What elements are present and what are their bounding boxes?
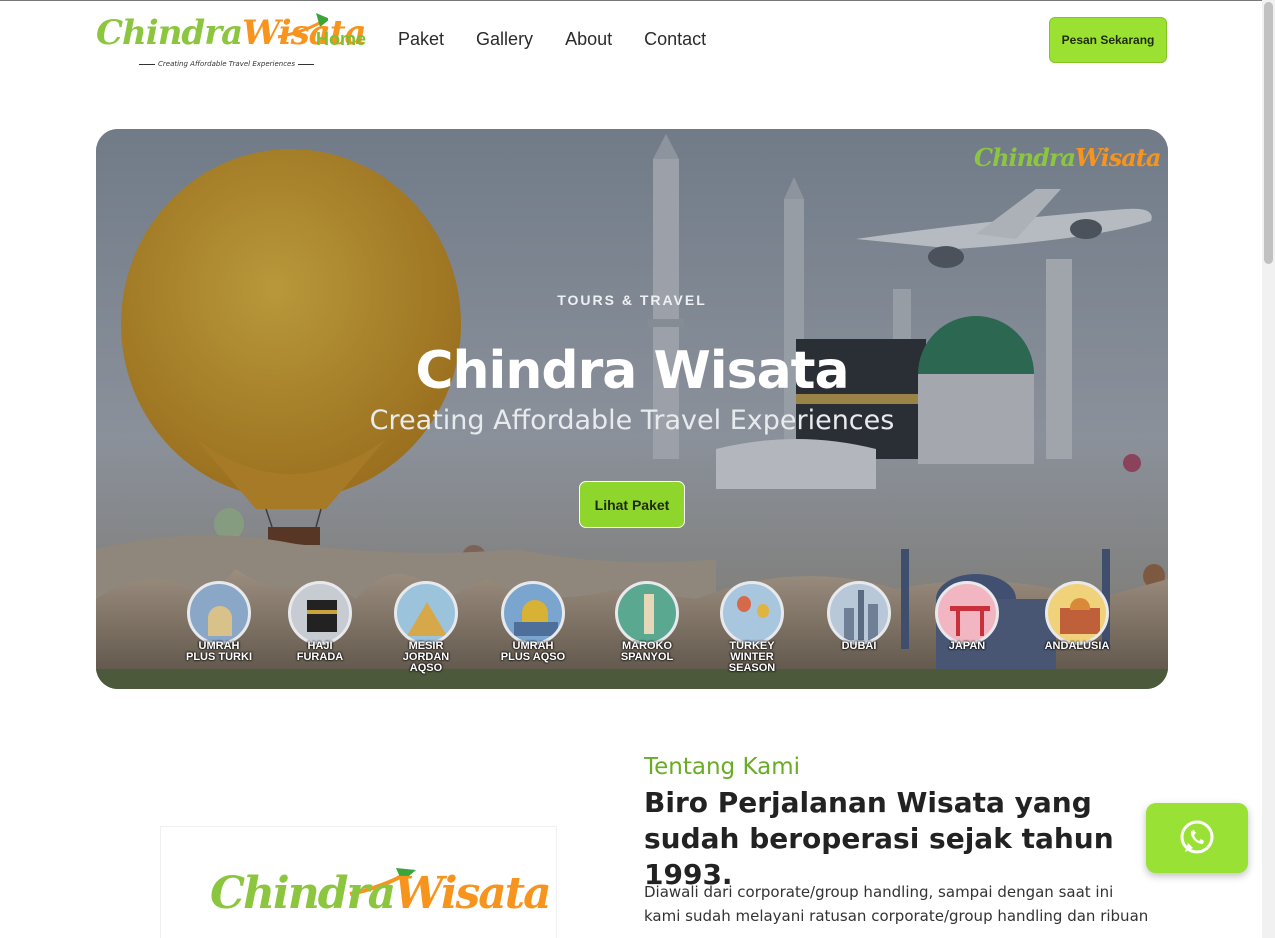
destination-label: TURKEY WINTER SEASON [728, 640, 776, 674]
hero-subtitle: Creating Affordable Travel Experiences [369, 405, 895, 436]
destination-label: DUBAI [841, 640, 877, 652]
order-now-button[interactable]: Pesan Sekarang [1049, 17, 1167, 63]
destination-japan[interactable]: JAPAN [930, 581, 1004, 652]
destination-maroko-spanyol[interactable]: MAROKO SPANYOL [610, 581, 684, 663]
nav-paket[interactable]: Paket [398, 29, 444, 50]
destination-icon [394, 581, 458, 645]
destination-mesir-jordan-aqso[interactable]: MESIR JORDAN AQSO [389, 581, 463, 674]
about-title: Biro Perjalanan Wisata yang sudah berope… [644, 786, 1114, 891]
about-kicker: Tentang Kami [644, 754, 801, 780]
destination-icon [501, 581, 565, 645]
page-scrollbar[interactable] [1262, 0, 1275, 938]
about-logo: ChindraWisata [210, 868, 552, 919]
destination-label: MESIR JORDAN AQSO [402, 640, 450, 674]
brand-logo[interactable]: ChindraWisata Creating Affordable Travel… [96, 9, 367, 73]
scrollbar-thumb[interactable] [1264, 2, 1273, 264]
nav-gallery[interactable]: Gallery [476, 29, 533, 50]
destination-label: UMRAH PLUS TURKI [186, 640, 252, 663]
destination-icon [935, 581, 999, 645]
hero-title: Chindra Wisata [415, 341, 849, 401]
destination-label: UMRAH PLUS AQSO [500, 640, 566, 663]
destination-icon [1045, 581, 1109, 645]
main-nav: Home Paket Gallery About Contact [316, 29, 738, 50]
hero-kicker: TOURS & TRAVEL [557, 292, 707, 308]
destination-icon [615, 581, 679, 645]
destination-label: MAROKO SPANYOL [620, 640, 674, 663]
whatsapp-button[interactable] [1146, 803, 1248, 873]
nav-home[interactable]: Home [316, 29, 366, 50]
destination-icon [187, 581, 251, 645]
navbar: ChindraWisata Creating Affordable Travel… [0, 1, 1262, 79]
destination-haji-furada[interactable]: HAJI FURADA [283, 581, 357, 663]
hero-watermark-logo: ChindraWisata [974, 143, 1161, 172]
destination-icon [827, 581, 891, 645]
about-body: Diawali dari corporate/group handling, s… [644, 883, 1149, 925]
logo-tagline: Creating Affordable Travel Experiences [136, 60, 317, 68]
destination-label: ANDALUSIA [1044, 640, 1110, 652]
hero-banner: ChindraWisata TOURS & TRAVEL Chindra Wis… [96, 129, 1168, 689]
destination-icon [288, 581, 352, 645]
nav-about[interactable]: About [565, 29, 612, 50]
destination-andalusia[interactable]: ANDALUSIA [1040, 581, 1114, 652]
destination-dubai[interactable]: DUBAI [822, 581, 896, 652]
whatsapp-icon [1180, 820, 1214, 854]
destination-turkey-winter-season[interactable]: TURKEY WINTER SEASON [715, 581, 789, 674]
destination-umrah-plus-aqso[interactable]: UMRAH PLUS AQSO [496, 581, 570, 663]
destination-icon [720, 581, 784, 645]
destination-label: JAPAN [948, 640, 986, 652]
destination-label: HAJI FURADA [296, 640, 344, 663]
nav-contact[interactable]: Contact [644, 29, 706, 50]
view-packages-button[interactable]: Lihat Paket [579, 481, 685, 528]
destination-umrah-plus-turki[interactable]: UMRAH PLUS TURKI [182, 581, 256, 663]
